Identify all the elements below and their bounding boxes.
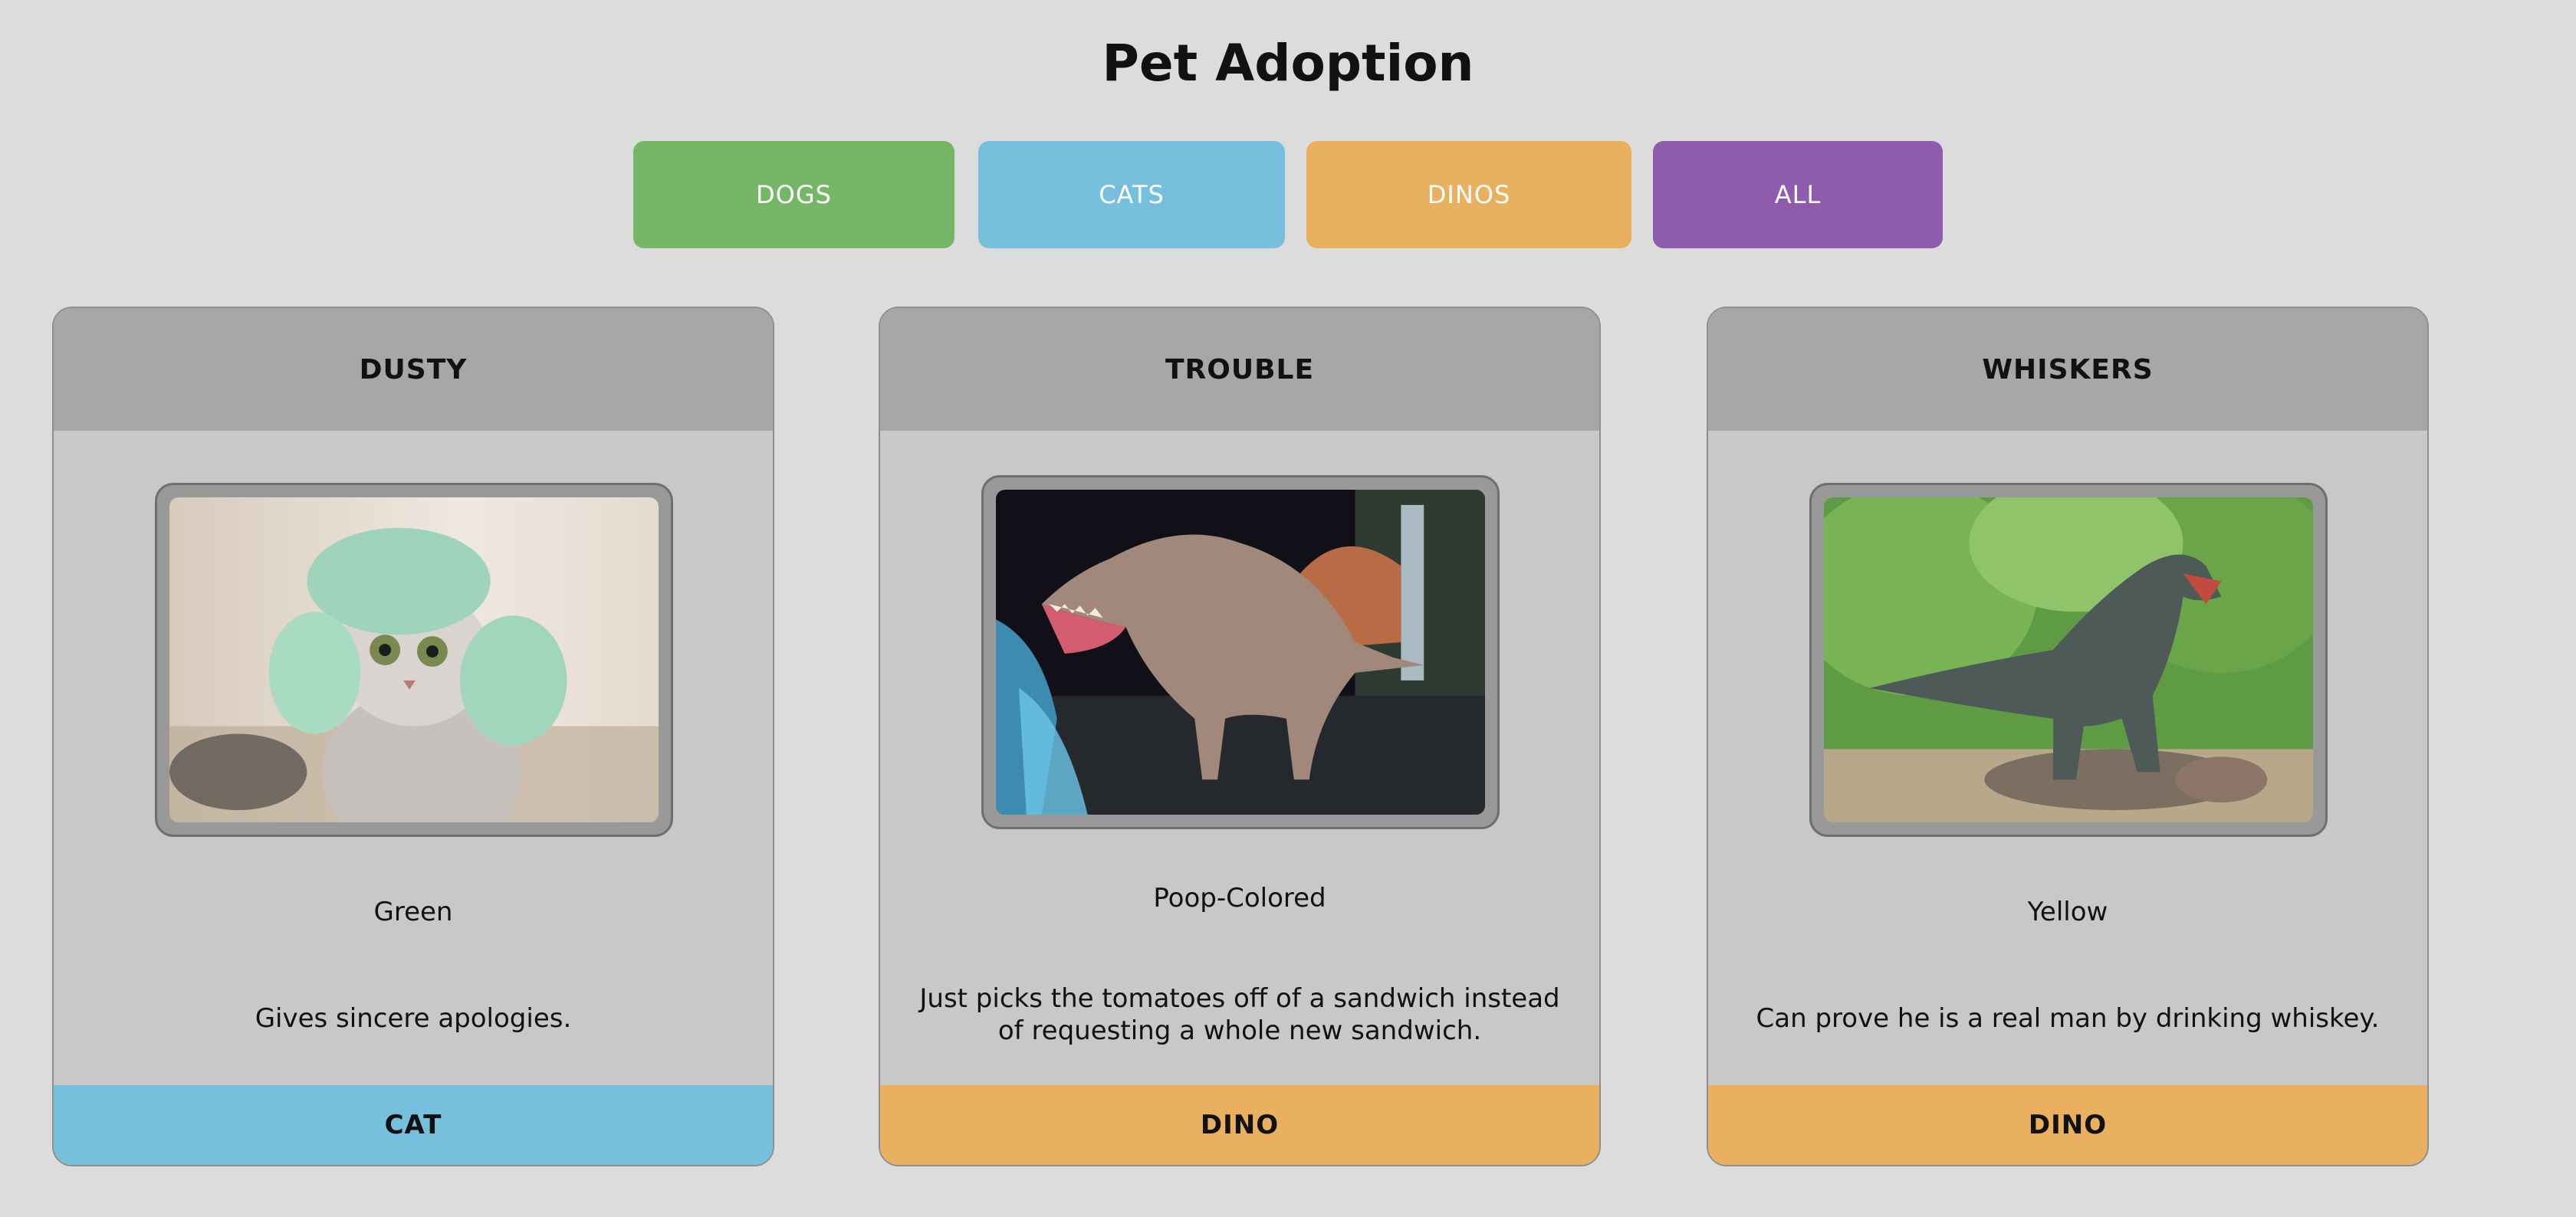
pet-type-label: DINO — [1708, 1085, 2427, 1165]
all-filter-button[interactable]: ALL — [1653, 141, 1943, 248]
cat-with-towel-bun-photo — [169, 497, 659, 822]
pet-photo-frame — [155, 483, 673, 837]
dogs-filter-button[interactable]: DOGS — [633, 141, 955, 248]
pet-card: WHISKERS Yellow Can prove he is a real m… — [1707, 307, 2429, 1166]
pet-type-label: DINO — [880, 1085, 1599, 1165]
pet-color: Yellow — [2027, 897, 2108, 927]
cats-filter-button[interactable]: CATS — [978, 141, 1285, 248]
dinos-filter-button[interactable]: DINOS — [1306, 141, 1631, 248]
pet-color: Green — [373, 897, 453, 927]
pet-name: DUSTY — [54, 308, 773, 431]
pet-color: Poop-Colored — [1153, 883, 1326, 914]
t-rex-in-forest-photo — [1824, 497, 2313, 822]
spinosaurus-photo — [996, 490, 1485, 815]
pet-card: TROUBLE Poop-Colored Just picks the toma… — [879, 307, 1601, 1166]
pet-description: Can prove he is a real man by drinking w… — [1756, 1003, 2380, 1034]
pet-photo-frame — [981, 475, 1500, 829]
pet-description: Gives sincere apologies. — [255, 1003, 572, 1034]
pet-card: DUSTY Green Gives sincere apologies. CAT — [52, 307, 774, 1166]
pet-photo-frame — [1809, 483, 2328, 837]
pet-name: WHISKERS — [1708, 308, 2427, 431]
page-title: Pet Adoption — [1102, 34, 1474, 93]
pet-type-label: CAT — [54, 1085, 773, 1165]
pet-name: TROUBLE — [880, 308, 1599, 431]
pet-description: Just picks the tomatoes off of a sandwic… — [919, 983, 1560, 1046]
